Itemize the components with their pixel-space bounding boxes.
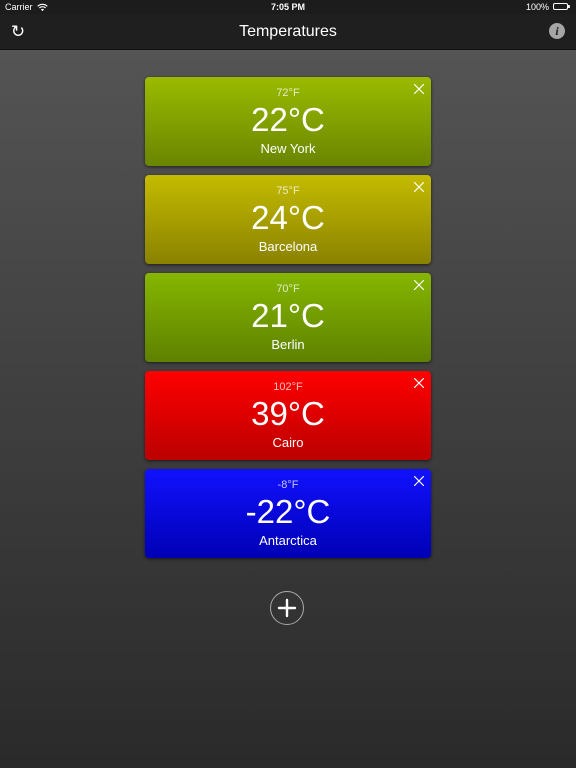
temperature-card-new-york[interactable]: 72°F 22°C New York [145, 77, 431, 166]
battery-percent: 100% [525, 2, 549, 12]
status-bar: Carrier 7:05 PM 100% [0, 0, 576, 14]
temperature-card-antarctica[interactable]: -8°F -22°C Antarctica [145, 469, 431, 558]
close-icon[interactable] [413, 83, 425, 95]
fahrenheit-value: 102°F [273, 381, 303, 393]
close-icon[interactable] [413, 475, 425, 487]
status-time: 7:05 PM [270, 2, 305, 12]
info-icon: i [555, 24, 559, 38]
city-name: New York [260, 141, 316, 156]
city-name: Antarctica [259, 533, 317, 548]
battery-icon [553, 3, 571, 11]
fahrenheit-value: 72°F [276, 87, 300, 99]
close-icon[interactable] [413, 377, 425, 389]
temperature-card-berlin[interactable]: 70°F 21°C Berlin [145, 273, 431, 362]
city-name: Berlin [271, 337, 305, 352]
close-icon[interactable] [413, 181, 425, 193]
add-city-button[interactable] [270, 591, 304, 625]
celsius-value: 24°C [251, 199, 325, 236]
temperature-card-barcelona[interactable]: 75°F 24°C Barcelona [145, 175, 431, 264]
fahrenheit-value: -8°F [277, 479, 299, 491]
plus-icon [277, 598, 297, 618]
celsius-value: 21°C [251, 297, 325, 334]
city-name: Cairo [272, 435, 304, 450]
celsius-value: -22°C [245, 493, 331, 530]
close-icon[interactable] [413, 279, 425, 291]
info-button[interactable]: i [549, 23, 565, 39]
page-title: Temperatures [239, 23, 337, 40]
celsius-value: 22°C [251, 101, 325, 138]
celsius-value: 39°C [251, 395, 325, 432]
fahrenheit-value: 75°F [276, 185, 300, 197]
fahrenheit-value: 70°F [276, 283, 300, 295]
temperature-card-cairo[interactable]: 102°F 39°C Cairo [145, 371, 431, 460]
status-right: 100% [526, 0, 571, 14]
navigation-bar: ↻ Temperatures i [0, 14, 576, 50]
city-name: Barcelona [258, 239, 318, 254]
